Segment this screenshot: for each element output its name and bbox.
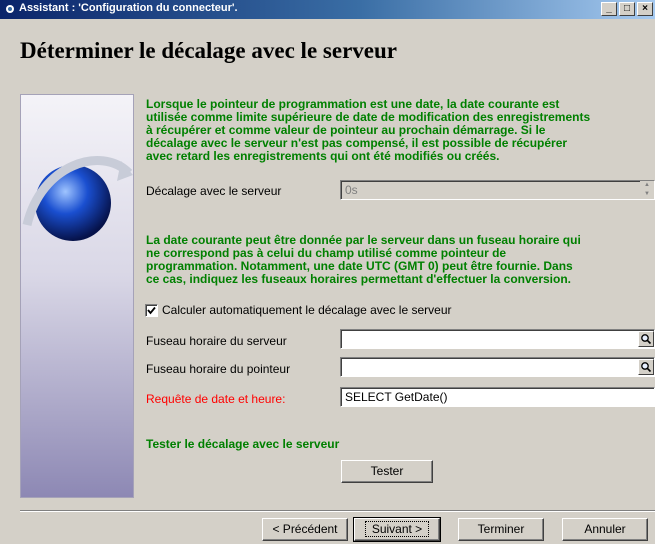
tz-info-line-4: ce cas, indiquez les fuseaux horaires pe… (146, 272, 571, 286)
window-title: Assistant : 'Configuration du connecteur… (19, 2, 238, 14)
offset-field: 0s ▲ ▼ (340, 180, 655, 200)
pointer-tz-lookup-button[interactable] (638, 359, 654, 375)
test-button[interactable]: Tester (341, 460, 433, 483)
cancel-button[interactable]: Annuler (562, 518, 648, 541)
footer-separator (20, 510, 655, 512)
pointer-tz-label: Fuseau horaire du pointeur (146, 362, 291, 376)
spin-up-icon: ▲ (640, 181, 654, 190)
search-icon (641, 362, 652, 373)
previous-button[interactable]: < Précédent (262, 518, 348, 541)
offset-value: 0s (345, 183, 358, 197)
server-tz-input[interactable] (340, 329, 655, 349)
globe-icon (22, 156, 133, 241)
date-query-value: SELECT GetDate() (345, 390, 448, 404)
auto-compute-label[interactable]: Calculer automatiquement le décalage ave… (162, 303, 452, 317)
intro-line-5: avec retard les enregistrements qui ont … (146, 149, 500, 163)
offset-spinner: ▲ ▼ (640, 181, 654, 199)
next-button[interactable]: Suivant > (353, 517, 441, 542)
checkmark-icon (147, 306, 156, 315)
date-query-input[interactable]: SELECT GetDate() (340, 387, 655, 407)
server-tz-lookup-button[interactable] (638, 331, 654, 347)
search-icon (641, 334, 652, 345)
close-button[interactable]: × (637, 2, 653, 16)
app-icon (6, 5, 14, 13)
next-button-label: Suivant > (364, 521, 430, 537)
test-heading: Tester le décalage avec le serveur (146, 437, 340, 451)
date-query-label: Requête de date et heure: (146, 392, 286, 406)
auto-compute-checkbox[interactable] (145, 304, 158, 317)
maximize-button[interactable]: □ (619, 2, 635, 16)
page-title: Déterminer le décalage avec le serveur (20, 38, 397, 63)
finish-button[interactable]: Terminer (458, 518, 544, 541)
minimize-button[interactable]: _ (601, 2, 617, 16)
wizard-sidebar-image (20, 94, 134, 498)
spin-down-icon: ▼ (640, 190, 654, 199)
title-bar: Assistant : 'Configuration du connecteur… (0, 0, 655, 19)
server-tz-label: Fuseau horaire du serveur (146, 334, 287, 348)
offset-label: Décalage avec le serveur (146, 184, 282, 198)
pointer-tz-input[interactable] (340, 357, 655, 377)
